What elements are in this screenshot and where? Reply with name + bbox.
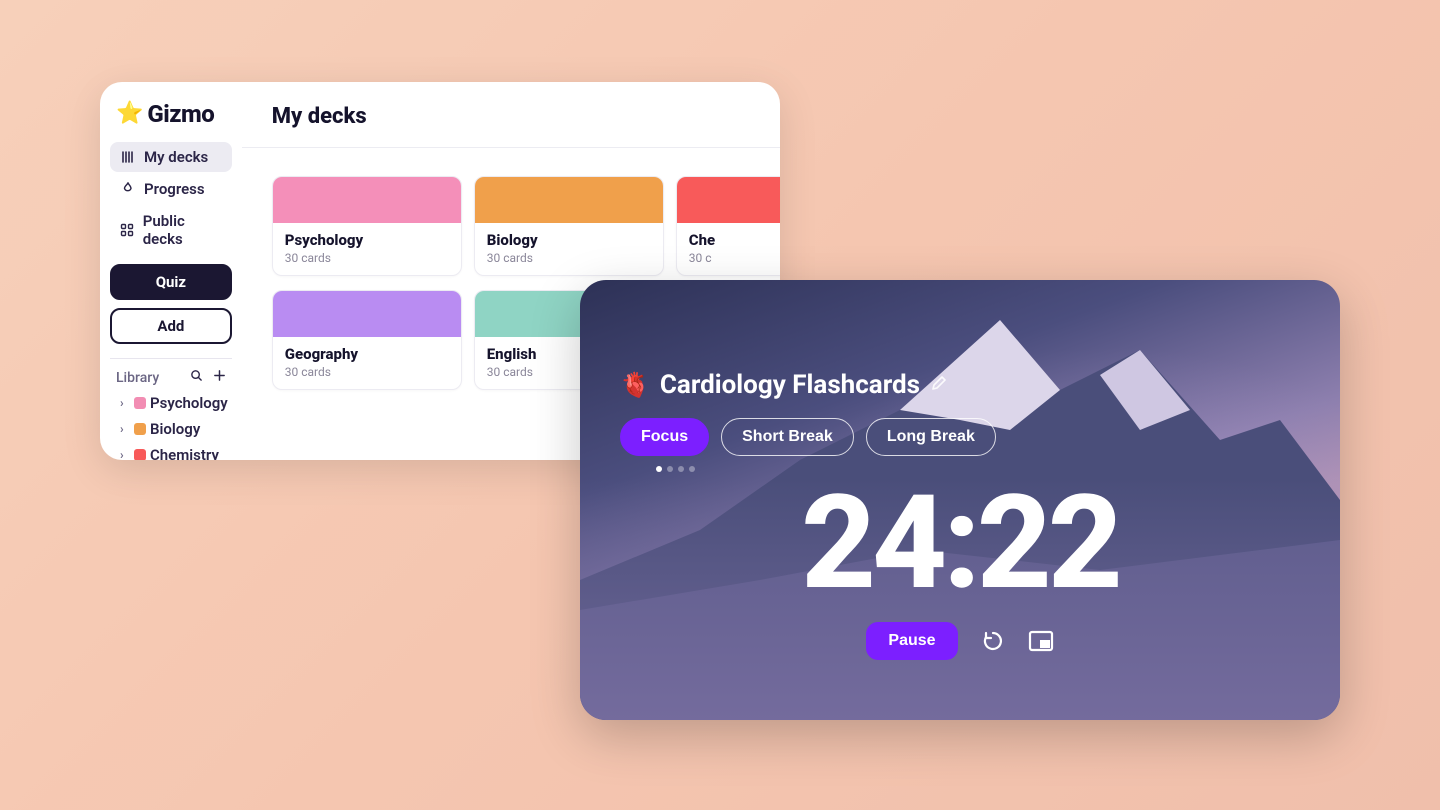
mode-row: Focus Short Break Long Break bbox=[620, 418, 1300, 456]
flame-icon bbox=[120, 182, 136, 196]
deck-subtitle: 30 cards bbox=[285, 365, 449, 379]
deck-title: Che bbox=[689, 231, 780, 249]
pause-button[interactable]: Pause bbox=[866, 622, 957, 660]
decks-icon bbox=[120, 150, 136, 164]
quiz-button[interactable]: Quiz bbox=[110, 264, 232, 300]
nav-progress[interactable]: Progress bbox=[110, 174, 232, 204]
star-icon: ⭐ bbox=[116, 103, 143, 125]
pomodoro-content: 🫀 Cardiology Flashcards Focus Short Brea… bbox=[580, 280, 1340, 660]
sidebar-buttons: Quiz Add bbox=[110, 264, 232, 344]
deck-subtitle: 30 cards bbox=[285, 251, 449, 265]
deck-subtitle: 30 c bbox=[689, 251, 780, 265]
color-swatch bbox=[134, 397, 146, 409]
library-list: ›Psychology›Biology›Chemistry›Physics bbox=[110, 392, 232, 460]
library-title: Library bbox=[116, 370, 159, 386]
nav-label: My decks bbox=[144, 148, 208, 166]
divider bbox=[242, 147, 780, 148]
deck-card[interactable]: Biology 30 cards bbox=[474, 176, 664, 276]
nav-label: Progress bbox=[144, 180, 205, 198]
grid-icon bbox=[120, 223, 135, 237]
plus-icon[interactable] bbox=[213, 369, 226, 386]
library-item-label: Psychology bbox=[150, 394, 228, 412]
sidebar: ⭐ Gizmo My decks Progress Public deck bbox=[100, 82, 242, 460]
deck-card[interactable]: Geography 30 cards bbox=[272, 290, 462, 390]
heart-icon: 🫀 bbox=[620, 371, 650, 399]
session-title-row: 🫀 Cardiology Flashcards bbox=[620, 370, 1300, 400]
nav-public-decks[interactable]: Public decks bbox=[110, 206, 232, 254]
divider bbox=[110, 358, 232, 359]
timer-display: 24:22 bbox=[620, 478, 1300, 608]
page-title: My decks bbox=[272, 104, 780, 129]
pomodoro-window: 🫀 Cardiology Flashcards Focus Short Brea… bbox=[580, 280, 1340, 720]
session-title: Cardiology Flashcards bbox=[660, 370, 920, 400]
chevron-right-icon: › bbox=[120, 422, 130, 436]
deck-color bbox=[677, 177, 780, 223]
dot bbox=[678, 466, 684, 472]
controls: Pause bbox=[620, 622, 1300, 660]
deck-title: Biology bbox=[487, 231, 651, 249]
deck-title: Psychology bbox=[285, 231, 449, 249]
dot bbox=[667, 466, 673, 472]
nav-my-decks[interactable]: My decks bbox=[110, 142, 232, 172]
color-swatch bbox=[134, 449, 146, 460]
add-button[interactable]: Add bbox=[110, 308, 232, 344]
nav-label: Public decks bbox=[143, 212, 222, 248]
dot bbox=[656, 466, 662, 472]
edit-icon[interactable] bbox=[930, 374, 948, 397]
chevron-right-icon: › bbox=[120, 396, 130, 410]
deck-body: Biology 30 cards bbox=[475, 223, 663, 275]
nav: My decks Progress Public decks bbox=[110, 142, 232, 254]
library-header: Library bbox=[110, 369, 232, 392]
library-item-label: Biology bbox=[150, 420, 200, 438]
deck-subtitle: 30 cards bbox=[487, 251, 651, 265]
mode-focus-button[interactable]: Focus bbox=[620, 418, 709, 456]
search-icon[interactable] bbox=[190, 369, 203, 386]
library-item[interactable]: › Psychology bbox=[116, 392, 232, 414]
pip-icon[interactable] bbox=[1028, 628, 1054, 654]
library-item-label: Chemistry bbox=[150, 446, 219, 460]
deck-card[interactable]: Psychology 30 cards bbox=[272, 176, 462, 276]
chevron-right-icon: › bbox=[120, 448, 130, 460]
restart-icon[interactable] bbox=[980, 628, 1006, 654]
deck-card[interactable]: Che 30 c bbox=[676, 176, 780, 276]
brand: ⭐ Gizmo bbox=[110, 96, 232, 138]
deck-body: Geography 30 cards bbox=[273, 337, 461, 389]
mode-long-break-button[interactable]: Long Break bbox=[866, 418, 996, 456]
deck-body: Che 30 c bbox=[677, 223, 780, 275]
dot bbox=[689, 466, 695, 472]
mode-short-break-button[interactable]: Short Break bbox=[721, 418, 854, 456]
library-item[interactable]: › Chemistry bbox=[116, 444, 232, 460]
library-actions bbox=[190, 369, 226, 386]
deck-body: Psychology 30 cards bbox=[273, 223, 461, 275]
deck-title: Geography bbox=[285, 345, 449, 363]
color-swatch bbox=[134, 423, 146, 435]
deck-color bbox=[273, 177, 461, 223]
deck-color bbox=[273, 291, 461, 337]
brand-name: Gizmo bbox=[147, 100, 214, 128]
deck-color bbox=[475, 177, 663, 223]
library-item[interactable]: › Biology bbox=[116, 418, 232, 440]
